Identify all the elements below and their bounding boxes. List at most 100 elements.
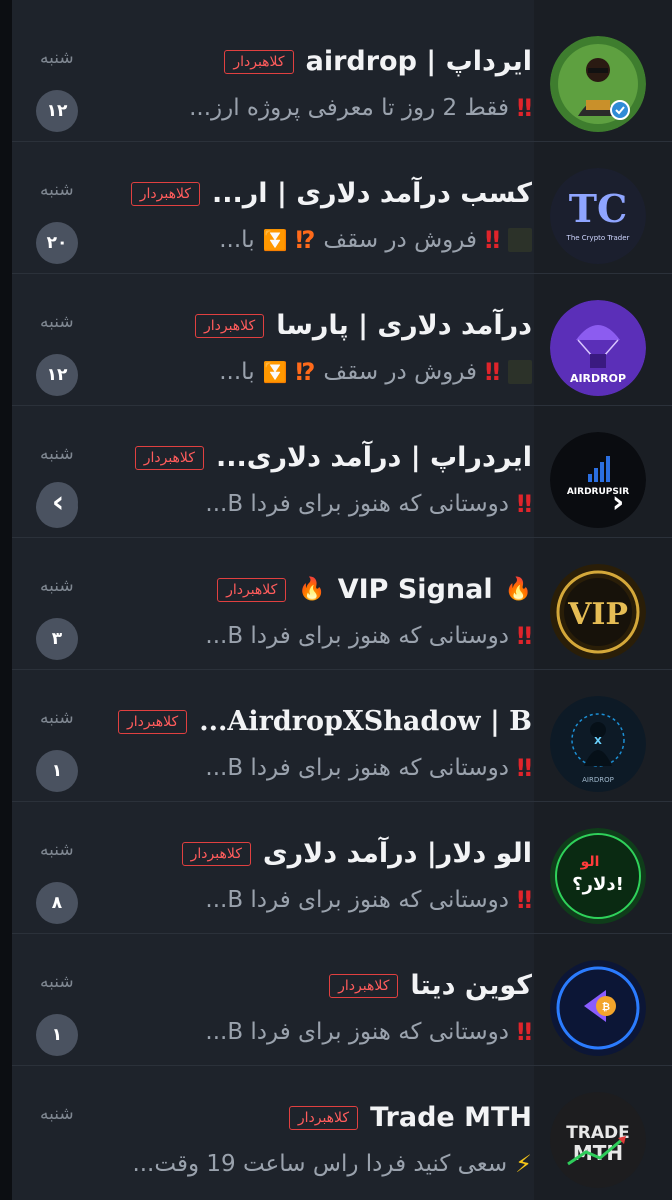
chat-avatar[interactable]: X AIRDROP xyxy=(550,696,646,792)
chat-preview: دوستانی که هنوز برای فردا B... xyxy=(205,1019,509,1045)
coin-data-logo-icon: ₿ xyxy=(550,960,646,1056)
thumbnail-icon xyxy=(508,228,532,252)
alert-icon: ‼ xyxy=(484,226,500,254)
chat-preview: دوستانی که هنوز برای فردا B... xyxy=(205,755,509,781)
chat-day: شنبه xyxy=(40,972,74,992)
chat-title: ایرداپ | airdrop xyxy=(305,46,532,77)
thumbnail-icon xyxy=(508,360,532,384)
chat-day: شنبه xyxy=(40,444,74,464)
svg-text:₿: ₿ xyxy=(602,1001,610,1013)
chat-row[interactable]: ایردراپ | درآمد دلاری... کلاهبردار ‼ دوس… xyxy=(12,406,672,538)
previous-arrow-button[interactable]: ‹ xyxy=(38,482,78,522)
chat-title: کوین دیتا xyxy=(410,970,532,1001)
chat-row[interactable]: کسب درآمد دلاری | ار... کلاهبردار ‼ فروش… xyxy=(12,142,672,274)
down-arrow-icon: ⏬ xyxy=(262,228,288,252)
chat-row[interactable]: Trade MTH کلاهبردار ⚡ سعی کنید فردا راس … xyxy=(12,1066,672,1198)
chat-title: VIP Signal xyxy=(337,574,493,605)
chat-title-line: ایرداپ | airdrop کلاهبردار xyxy=(224,46,532,77)
chat-preview-line: ‼ فروش در سقف ⁉ ⏬ با... xyxy=(219,358,532,386)
trade-mth-logo-icon: TRADE MTH xyxy=(550,1092,646,1188)
chat-avatar[interactable]: TRADE MTH xyxy=(550,1092,646,1188)
chat-preview-line: ‼ دوستانی که هنوز برای فردا B... xyxy=(205,1018,532,1046)
scam-badge: کلاهبردار xyxy=(217,577,287,602)
chat-day: شنبه xyxy=(40,840,74,860)
svg-text:الو: الو xyxy=(580,854,600,870)
chat-row[interactable]: AirdropXShadow | B... کلاهبردار ‼ دوستان… xyxy=(12,670,672,802)
unread-count: ۸ xyxy=(36,882,78,924)
chat-title-line: کوین دیتا کلاهبردار xyxy=(329,970,532,1001)
next-arrow-button[interactable]: › xyxy=(598,482,638,522)
chat-avatar[interactable]: AIRDROP xyxy=(550,300,646,396)
alert-icon: ‼ xyxy=(516,754,532,782)
unread-count: ۲۰ xyxy=(36,222,78,264)
chat-preview: با... xyxy=(219,227,255,253)
chat-preview-line: ⚡ سعی کنید فردا راس ساعت 19 وقت... xyxy=(132,1150,532,1178)
chat-row[interactable]: کوین دیتا کلاهبردار ‼ دوستانی که هنوز بر… xyxy=(12,934,672,1066)
chat-preview-line: ‼ دوستانی که هنوز برای فردا B... xyxy=(205,754,532,782)
person-avatar-icon xyxy=(550,36,646,132)
scam-badge: کلاهبردار xyxy=(329,973,399,998)
chat-avatar[interactable]: ₿ xyxy=(550,960,646,1056)
alert-icon: ‼ xyxy=(484,358,500,386)
crypto-trader-logo-icon: TC The Crypto Trader xyxy=(550,168,646,264)
scam-badge: کلاهبردار xyxy=(194,313,265,338)
chat-row[interactable]: 🔥 VIP Signal 🔥 کلاهبردار ‼ دوستانی که هن… xyxy=(12,538,672,670)
shadow-figure-icon: X AIRDROP xyxy=(550,696,646,792)
chat-preview: سعی کنید فردا راس ساعت 19 وقت... xyxy=(132,1151,508,1177)
chat-row[interactable]: الو دلار| درآمد دلاری کلاهبردار ‼ دوستان… xyxy=(12,802,672,934)
chat-day: شنبه xyxy=(40,1104,74,1124)
chat-preview-mid: فروش در سقف xyxy=(323,227,477,253)
unread-count: ۱۲ xyxy=(36,354,78,396)
svg-text:AIRDROP: AIRDROP xyxy=(582,776,614,784)
svg-text:دلار؟!: دلار؟! xyxy=(572,874,624,895)
chat-day: شنبه xyxy=(40,180,74,200)
chat-preview-line: ‼ دوستانی که هنوز برای فردا B... xyxy=(205,490,532,518)
svg-text:TC: TC xyxy=(569,186,628,231)
scam-badge: کلاهبردار xyxy=(181,841,251,866)
chat-day: شنبه xyxy=(40,708,74,728)
chat-row[interactable]: ایرداپ | airdrop کلاهبردار ‼ فقط 2 روز ت… xyxy=(12,10,672,142)
question-alert-icon: ⁉ xyxy=(295,226,316,254)
unread-count: ۱ xyxy=(36,750,78,792)
chat-title: ایردراپ | درآمد دلاری... xyxy=(215,442,532,473)
chat-title-line: کسب درآمد دلاری | ار... کلاهبردار xyxy=(130,178,532,209)
vip-logo-icon: VIP xyxy=(550,564,646,660)
alert-icon: ‼ xyxy=(516,622,532,650)
alert-icon: ‼ xyxy=(516,1018,532,1046)
chat-preview: فقط 2 روز تا معرفی پروژه ارز... xyxy=(189,95,509,121)
lightning-icon: ⚡ xyxy=(515,1150,532,1178)
chat-row[interactable]: درآمد دلاری | پارسا کلاهبردار ‼ فروش در … xyxy=(12,274,672,406)
scam-badge: کلاهبردار xyxy=(288,1105,359,1130)
chat-title-line: ایردراپ | درآمد دلاری... کلاهبردار xyxy=(134,442,532,473)
chat-preview: دوستانی که هنوز برای فردا B... xyxy=(205,491,509,517)
svg-text:X: X xyxy=(594,736,602,747)
chat-title: Trade MTH xyxy=(370,1102,532,1133)
fire-icon: 🔥 xyxy=(504,577,532,602)
unread-count: ۱۲ xyxy=(36,90,78,132)
chat-preview-line: ‼ فقط 2 روز تا معرفی پروژه ارز... xyxy=(189,94,532,122)
chat-preview-mid: فروش در سقف xyxy=(323,359,477,385)
scam-badge: کلاهبردار xyxy=(130,181,200,206)
down-arrow-icon: ⏬ xyxy=(262,360,288,384)
chat-day: شنبه xyxy=(40,48,74,68)
chat-title: کسب درآمد دلاری | ار... xyxy=(211,178,532,209)
chat-avatar[interactable] xyxy=(550,36,646,132)
chevron-right-icon: › xyxy=(611,484,625,520)
alert-icon: ‼ xyxy=(516,94,532,122)
chat-avatar[interactable]: TC The Crypto Trader xyxy=(550,168,646,264)
chat-title: الو دلار| درآمد دلاری xyxy=(262,838,532,869)
chat-title-line: درآمد دلاری | پارسا کلاهبردار xyxy=(194,310,532,341)
chat-avatar[interactable]: الو دلار؟! xyxy=(550,828,646,924)
scam-badge: کلاهبردار xyxy=(224,49,294,74)
chat-preview-line: ‼ فروش در سقف ⁉ ⏬ با... xyxy=(219,226,532,254)
fire-icon: 🔥 xyxy=(298,577,326,602)
chat-title-line: الو دلار| درآمد دلاری کلاهبردار xyxy=(181,838,532,869)
svg-text:AIRDROP: AIRDROP xyxy=(570,372,626,385)
scam-badge: کلاهبردار xyxy=(117,709,188,734)
question-alert-icon: ⁉ xyxy=(295,358,316,386)
chat-title: AirdropXShadow | B... xyxy=(199,706,532,737)
svg-text:VIP: VIP xyxy=(567,597,628,632)
chat-title: درآمد دلاری | پارسا xyxy=(276,310,532,341)
chat-avatar[interactable]: VIP xyxy=(550,564,646,660)
airdrop-parachute-icon: AIRDROP xyxy=(550,300,646,396)
